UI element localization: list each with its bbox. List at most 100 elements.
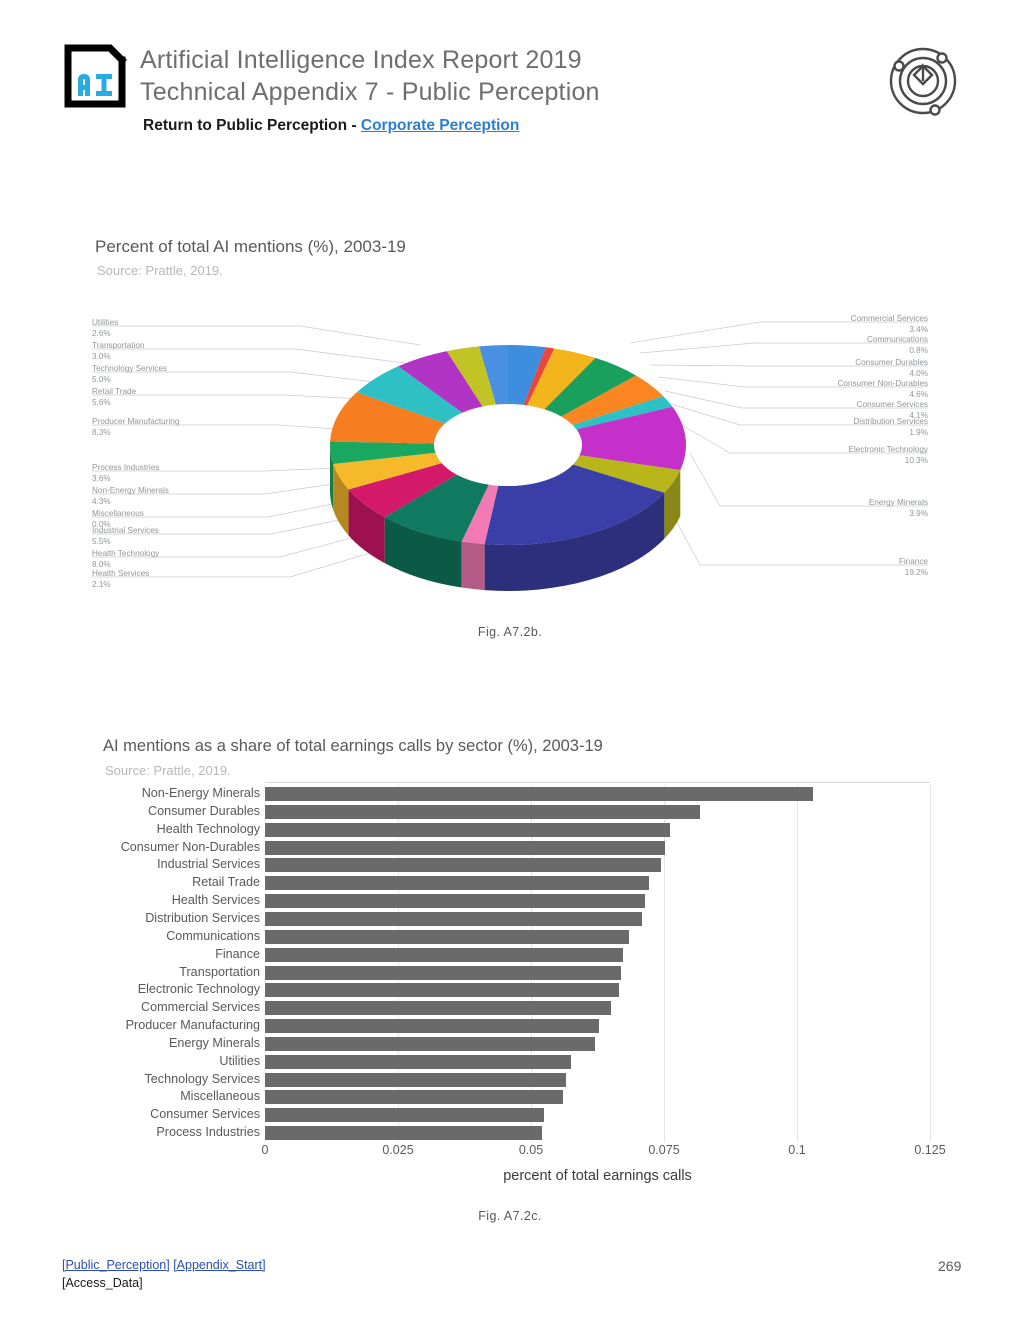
bar-row <box>265 928 930 946</box>
bar <box>265 787 813 801</box>
bar <box>265 1126 542 1141</box>
top-axis-line <box>265 782 930 783</box>
bar-row <box>265 946 930 964</box>
bar <box>265 1090 563 1105</box>
callout-retail-trade: Retail Trade 5.6% <box>92 387 137 407</box>
bar-row <box>265 839 930 857</box>
callout-health-technology: Health Technology 8.0% <box>92 549 160 569</box>
bar <box>265 1036 595 1051</box>
footer-link-access-data[interactable]: [Access_Data] <box>62 1276 143 1290</box>
bar <box>265 1001 611 1016</box>
bar-category-label: Consumer Non-Durables <box>120 839 260 854</box>
bar-category-label: Consumer Durables <box>148 803 260 818</box>
bar <box>265 876 650 891</box>
bar <box>265 965 622 980</box>
bar-category-label: Health Services <box>171 893 260 908</box>
callout-electronic-technology: Electronic Technology 10.3% <box>848 445 929 465</box>
bar <box>265 911 642 926</box>
bar-row <box>265 1088 930 1106</box>
figure-donut-chart: Percent of total AI mentions (%), 2003-1… <box>0 225 1020 645</box>
callout-energy-minerals: Energy Minerals 3.9% <box>868 498 928 518</box>
x-axis-label: percent of total earnings calls <box>503 1168 692 1184</box>
bar <box>265 840 666 855</box>
breadcrumb: Return to Public Perception - Corporate … <box>143 117 519 135</box>
bar-category-label: Energy Minerals <box>169 1035 260 1050</box>
figure1-caption: Fig. A7.2b. <box>477 625 543 639</box>
bar-category-label: Non-Energy Minerals <box>141 786 260 800</box>
bar-row <box>265 1124 930 1142</box>
callout-technology-services: Technology Services 5.0% <box>92 364 168 384</box>
bar-row <box>265 803 930 821</box>
bar-category-label: Finance <box>215 946 260 961</box>
bar-row <box>265 981 930 999</box>
callout-health-services: Health Services 2.1% <box>92 569 150 589</box>
bar <box>265 894 645 909</box>
bar-category-label: Utilities <box>219 1053 260 1068</box>
bar-row <box>265 856 930 874</box>
chart2-title: AI mentions as a share of total earnings… <box>103 737 603 755</box>
page-header: Artificial Intelligence Index Report 201… <box>0 0 1020 160</box>
x-tick-label: 0.1 <box>788 1143 806 1157</box>
breadcrumb-prefix: Return to Public Perception - <box>143 117 361 134</box>
bar-category-label: Electronic Technology <box>137 982 260 997</box>
bar-row <box>265 874 930 892</box>
callout-process-industries: Process Industries 3.6% <box>92 463 160 483</box>
bar <box>265 1054 571 1069</box>
page-subtitle: Technical Appendix 7 - Public Perception <box>140 78 600 106</box>
bar <box>265 822 670 837</box>
bar <box>265 1019 600 1034</box>
bar <box>265 947 624 962</box>
bar-category-label: Miscellaneous <box>180 1089 260 1104</box>
footer-links: [Public_Perception] [Appendix_Start] [Ac… <box>62 1258 266 1290</box>
x-axis-ticks: 0 0.025 0.05 0.075 0.1 0.125 <box>261 1143 946 1165</box>
chart2-source: Source: Prattle, 2019. <box>105 763 231 778</box>
bar-row <box>265 1035 930 1053</box>
x-tick-label: 0.05 <box>518 1143 544 1157</box>
callout-industrial-services: Industrial Services 5.5% <box>92 526 159 546</box>
figure-bar-chart: AI mentions as a share of total earnings… <box>0 725 1020 1245</box>
footer-link-public-perception[interactable]: [Public_Perception] <box>62 1258 170 1272</box>
bar-category-label: Commercial Services <box>141 1000 260 1015</box>
bar-category-label: Consumer Services <box>150 1107 260 1122</box>
bar <box>265 929 630 944</box>
callout-consumer-non-durables: Consumer Non-Durables 4.6% <box>837 379 928 399</box>
bar-row <box>265 964 930 982</box>
bar-row <box>265 999 930 1017</box>
bar-row <box>265 892 930 910</box>
bar-row <box>265 1106 930 1124</box>
bar <box>265 1072 566 1087</box>
bar <box>265 858 662 873</box>
x-tick-label: 0.075 <box>648 1143 680 1157</box>
page-number: 269 <box>938 1258 962 1274</box>
page-footer: [Public_Perception] [Appendix_Start] [Ac… <box>0 1245 1020 1315</box>
callout-utilities: Utilities 2.6% <box>92 318 119 338</box>
x-tick-label: 0.125 <box>914 1143 946 1157</box>
page-title: Artificial Intelligence Index Report 201… <box>140 46 582 74</box>
bar-category-labels: Non-Energy Minerals Consumer Durables Heal… <box>0 785 260 1142</box>
atom-orbit-icon <box>884 42 962 120</box>
x-tick-label: 0.025 <box>382 1143 414 1157</box>
bar-category-label: Producer Manufacturing <box>125 1018 260 1033</box>
grid-line <box>930 785 931 1142</box>
report-title-block: Artificial Intelligence Index Report 201… <box>140 44 600 108</box>
bar-category-label: Health Technology <box>156 821 260 836</box>
footer-link-appendix-start[interactable]: [Appendix_Start] <box>173 1258 265 1272</box>
bar-row <box>265 1053 930 1071</box>
callout-commercial-services: Commercial Services 3.4% <box>850 314 928 334</box>
bar <box>265 804 701 819</box>
bar-row <box>265 821 930 839</box>
callout-producer-manufacturing: Producer Manufacturing 8.3% <box>92 417 180 437</box>
ai-index-logo <box>62 42 130 110</box>
callout-consumer-durables: Consumer Durables 4.0% <box>855 358 928 378</box>
bar <box>265 1108 545 1123</box>
callout-non-energy-minerals: Non-Energy Minerals 4.3% <box>92 486 169 506</box>
bar-plot-area <box>265 785 931 1142</box>
bar-category-label: Communications <box>166 928 260 943</box>
callout-transportation: Transportation 3.0% <box>92 341 145 361</box>
bar <box>265 983 619 998</box>
x-tick-label: 0 <box>261 1143 269 1157</box>
chart1-title: Percent of total AI mentions (%), 2003-1… <box>95 237 406 256</box>
link-corporate-perception[interactable]: Corporate Perception <box>361 117 519 134</box>
bar-category-label: Distribution Services <box>145 910 260 925</box>
donut-chart-3d <box>322 325 694 600</box>
